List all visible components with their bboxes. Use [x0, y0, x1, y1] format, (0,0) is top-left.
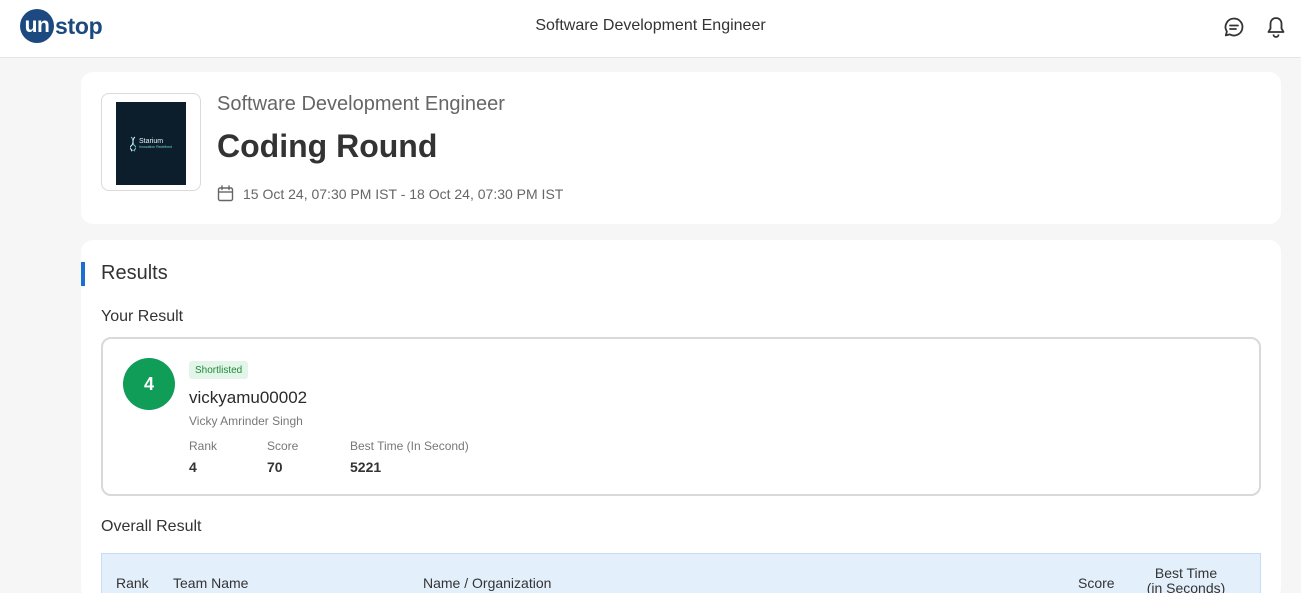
best-time-label: Best Time (In Second) [350, 439, 469, 453]
organization-logo-text: Starium [138, 138, 164, 145]
column-header-name-organization[interactable]: Name / Organization [423, 575, 551, 591]
results-table-header: Rank Team Name Name / Organization Score… [101, 553, 1261, 593]
event-card: Starium Innovation Redefined Software De… [81, 72, 1281, 224]
rank-value: 4 [189, 459, 197, 475]
status-badge: Shortlisted [189, 361, 249, 379]
column-header-rank[interactable]: Rank [116, 575, 149, 591]
organization-logo-mark: Starium Innovation Redefined [129, 136, 173, 152]
event-subtitle: Software Development Engineer [217, 93, 505, 115]
rank-badge: 4 [123, 358, 175, 410]
bell-icon[interactable] [1264, 15, 1288, 39]
your-result-label: Your Result [101, 308, 184, 325]
best-time-value: 5221 [350, 459, 382, 475]
results-heading: Results [101, 262, 168, 284]
overall-result-label: Overall Result [101, 518, 202, 535]
organization-logo: Starium Innovation Redefined [101, 93, 201, 191]
column-header-best-time[interactable]: Best Time (in Seconds) [1137, 566, 1235, 593]
column-header-best-time-line2: (in Seconds) [1146, 580, 1226, 593]
organization-logo-tagline: Innovation Redefined [138, 145, 173, 149]
header-title: Software Development Engineer [535, 17, 766, 34]
your-result-card: 4 Shortlisted vickyamu00002 Vicky Amrind… [101, 337, 1261, 496]
section-accent-bar [81, 262, 85, 286]
column-header-team-name[interactable]: Team Name [173, 575, 248, 591]
username: vickyamu00002 [189, 388, 308, 407]
dna-icon [129, 136, 136, 151]
score-value: 70 [267, 459, 283, 475]
organization-logo-image: Starium Innovation Redefined [116, 102, 186, 185]
chat-icon[interactable] [1222, 15, 1246, 39]
column-header-score[interactable]: Score [1078, 575, 1115, 591]
rank-label: Rank [189, 439, 218, 453]
event-title: Coding Round [217, 128, 438, 164]
column-header-best-time-line1: Best Time [1154, 565, 1218, 581]
full-name: Vicky Amrinder Singh [189, 414, 303, 428]
event-dates-text: 15 Oct 24, 07:30 PM IST - 18 Oct 24, 07:… [243, 185, 564, 202]
top-bar: un stop Software Development Engineer [0, 0, 1301, 58]
event-dates: 15 Oct 24, 07:30 PM IST - 18 Oct 24, 07:… [217, 185, 563, 202]
calendar-icon [217, 185, 234, 202]
results-card: Results Your Result 4 Shortlisted vickya… [81, 240, 1281, 593]
score-label: Score [267, 439, 299, 453]
